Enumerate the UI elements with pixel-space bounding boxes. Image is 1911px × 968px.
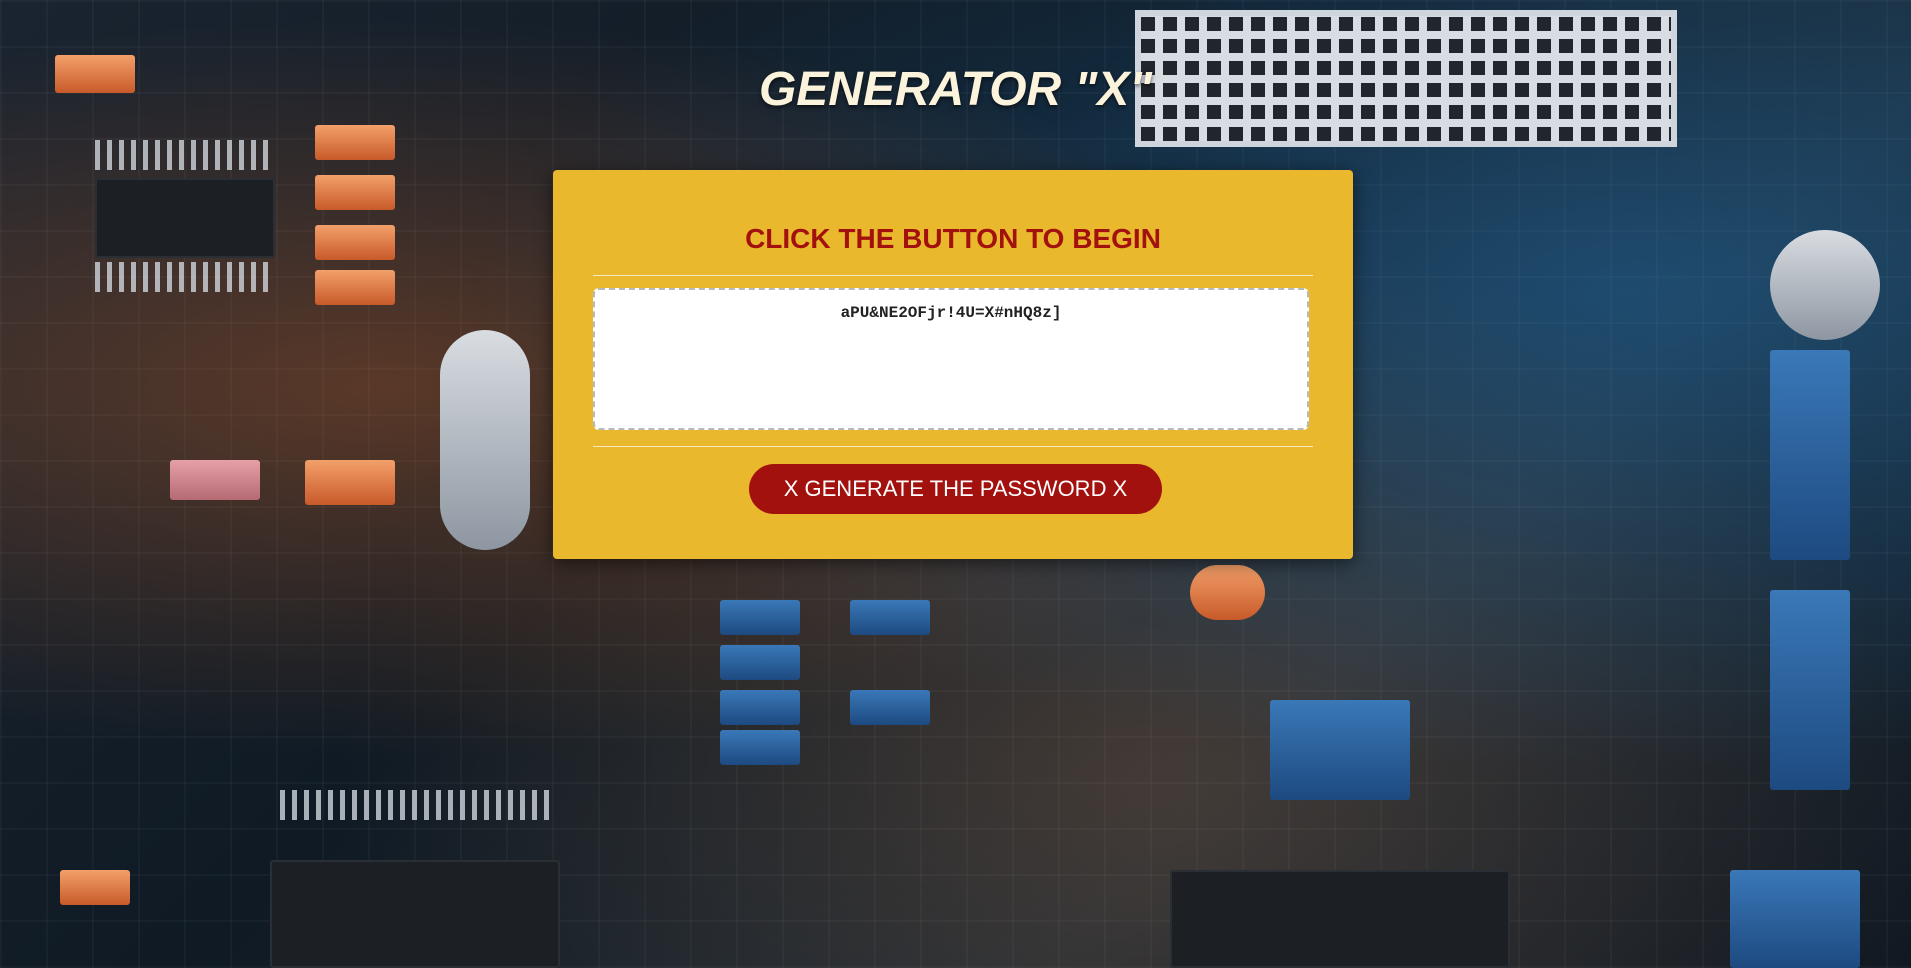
- ic-chip-blue: [1730, 870, 1860, 968]
- ic-chip-lower: [270, 860, 560, 968]
- crystal-oscillator: [440, 330, 530, 550]
- ic-pins-top: [95, 140, 275, 170]
- resistor: [305, 460, 395, 505]
- ic-chip-blue: [1770, 590, 1850, 790]
- resistor: [720, 730, 800, 765]
- mounting-hole: [1770, 230, 1880, 340]
- resistor: [315, 270, 395, 305]
- resistor: [315, 225, 395, 260]
- password-output[interactable]: aPU&NE2OFjr!4U=X#nHQ8z]: [593, 288, 1309, 430]
- ic-pins-lower: [280, 790, 550, 820]
- ic-chip-lower-right: [1170, 870, 1510, 968]
- resistor: [315, 175, 395, 210]
- generate-password-button[interactable]: X GENERATE THE PASSWORD X: [749, 464, 1162, 514]
- resistor: [720, 690, 800, 725]
- card-heading: CLICK THE BUTTON TO BEGIN: [745, 223, 1161, 254]
- ic-chip-blue: [1270, 700, 1410, 800]
- resistor: [720, 645, 800, 680]
- resistor: [850, 600, 930, 635]
- resistor: [170, 460, 260, 500]
- resistor: [850, 690, 930, 725]
- app-title: GENERATOR "X": [758, 63, 1153, 116]
- ic-chip-blue: [1770, 350, 1850, 560]
- ic-pins-bottom: [95, 262, 275, 292]
- divider-top: [593, 275, 1313, 276]
- generator-card: CLICK THE BUTTON TO BEGIN aPU&NE2OFjr!4U…: [553, 170, 1353, 559]
- capacitor: [1190, 565, 1265, 620]
- resistor: [315, 125, 395, 160]
- resistor: [60, 870, 130, 905]
- ic-chip: [95, 178, 275, 258]
- resistor: [720, 600, 800, 635]
- divider-bottom: [593, 446, 1313, 447]
